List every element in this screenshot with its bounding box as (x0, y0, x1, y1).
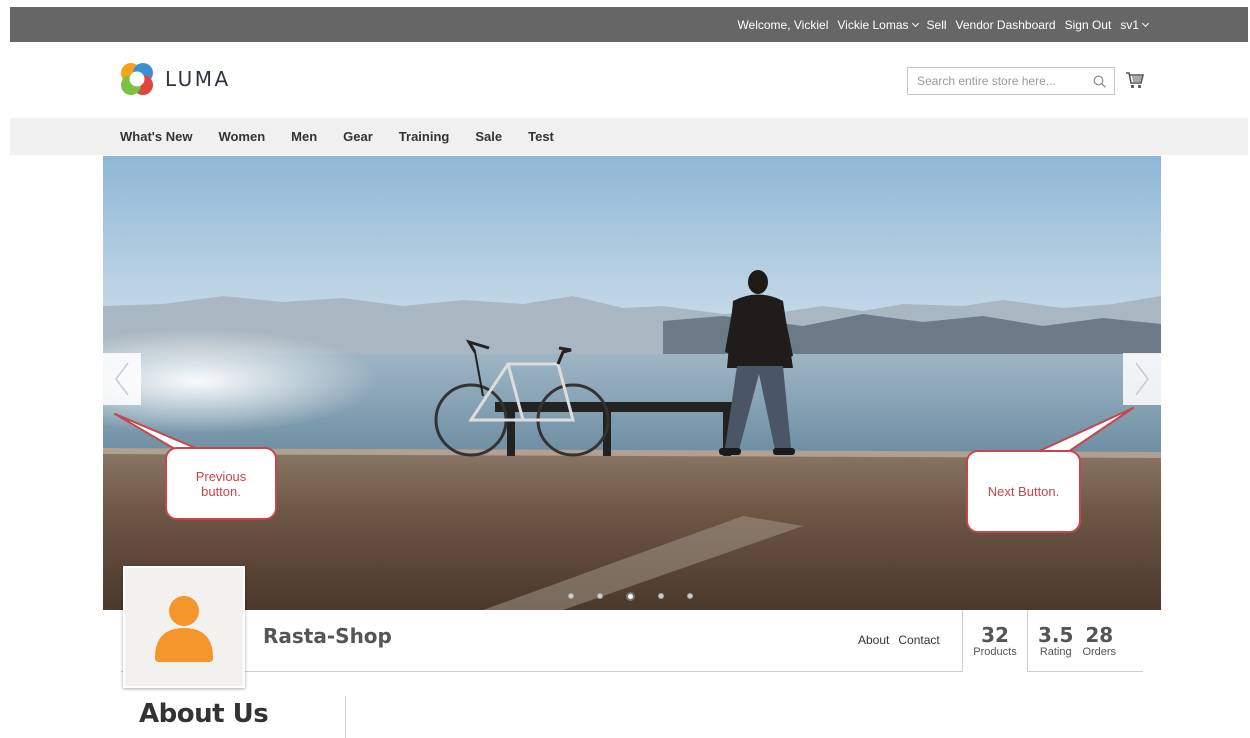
rating-label: Rating (1039, 646, 1072, 658)
previous-button-callout: Previous button. (165, 447, 277, 520)
search-input[interactable] (908, 68, 1078, 94)
main-nav: What's New Women Men Gear Training Sale … (120, 118, 554, 155)
previous-slide-button[interactable] (103, 353, 141, 405)
about-us-heading: About Us (139, 699, 269, 729)
divider (345, 696, 346, 738)
slide-dot-4[interactable] (657, 593, 664, 599)
stat-rating[interactable]: 3.5 Rating (1038, 624, 1073, 658)
slide-dot-1[interactable] (567, 593, 574, 599)
search-icon[interactable] (1093, 75, 1106, 88)
next-slide-button[interactable] (1123, 353, 1161, 405)
shop-name: Rasta-Shop (263, 624, 392, 648)
slide-dot-2[interactable] (596, 593, 603, 599)
orders-count: 28 (1085, 623, 1114, 647)
next-button-callout: Next Button. (966, 450, 1081, 533)
chevron-left-icon (115, 362, 129, 396)
nav-item-gear[interactable]: Gear (343, 129, 373, 144)
stat-group: 3.5 Rating 28 Orders (1028, 610, 1116, 672)
nav-item-whats-new[interactable]: What's New (120, 129, 192, 144)
logo[interactable]: LUMA (119, 61, 231, 97)
vendor-dashboard-link[interactable]: Vendor Dashboard (956, 18, 1056, 32)
user-avatar-icon (155, 596, 213, 662)
rating-value: 3.5 (1038, 623, 1074, 647)
shop-stats: 32 Products 3.5 Rating 28 Orders (962, 610, 1116, 672)
profile-links: About Contact (858, 633, 940, 647)
account-menu[interactable]: Vickie Lomas (837, 17, 919, 32)
nav-item-test[interactable]: Test (528, 129, 554, 144)
avatar (123, 566, 245, 688)
stat-orders[interactable]: 28 Orders (1082, 624, 1116, 658)
chevron-down-icon (1141, 19, 1150, 27)
sign-out-link[interactable]: Sign Out (1065, 18, 1112, 32)
banner-image (103, 156, 1161, 610)
sell-link[interactable]: Sell (927, 18, 947, 32)
slide-indicators (103, 591, 1161, 601)
callout-previous-line2: button. (201, 483, 241, 499)
top-bar: Welcome, Vickiel Vickie Lomas Sell Vendo… (10, 7, 1248, 42)
products-count: 32 (981, 623, 1009, 647)
welcome-text: Welcome, Vickiel (737, 17, 829, 32)
store-switcher[interactable]: sv1 (1120, 17, 1150, 32)
nav-item-men[interactable]: Men (291, 129, 317, 144)
slide-dot-5[interactable] (686, 593, 693, 599)
contact-link[interactable]: Contact (898, 633, 939, 647)
callout-previous-line1: Previous (195, 468, 247, 484)
search-box[interactable] (907, 67, 1115, 95)
luma-logo-icon (121, 63, 153, 95)
cart-icon[interactable] (1125, 70, 1145, 90)
top-links: Welcome, Vickiel Vickie Lomas Sell Vendo… (737, 7, 1150, 42)
nav-item-training[interactable]: Training (399, 129, 450, 144)
orders-label: Orders (1082, 646, 1117, 658)
logo-text: LUMA (165, 67, 231, 91)
chevron-down-icon (911, 19, 919, 27)
banner-slider[interactable] (103, 156, 1161, 610)
chevron-right-icon (1135, 362, 1149, 396)
account-name: Vickie Lomas (837, 17, 909, 32)
about-link[interactable]: About (858, 633, 889, 647)
callout-next-text: Next Button. (987, 484, 1060, 499)
nav-item-sale[interactable]: Sale (475, 129, 502, 144)
store-switcher-label: sv1 (1120, 17, 1139, 32)
nav-item-women[interactable]: Women (218, 129, 265, 144)
products-label: Products (973, 646, 1017, 658)
page: Welcome, Vickiel Vickie Lomas Sell Vendo… (0, 0, 1250, 738)
stat-products[interactable]: 32 Products (962, 610, 1028, 672)
slide-dot-3[interactable] (625, 591, 635, 601)
